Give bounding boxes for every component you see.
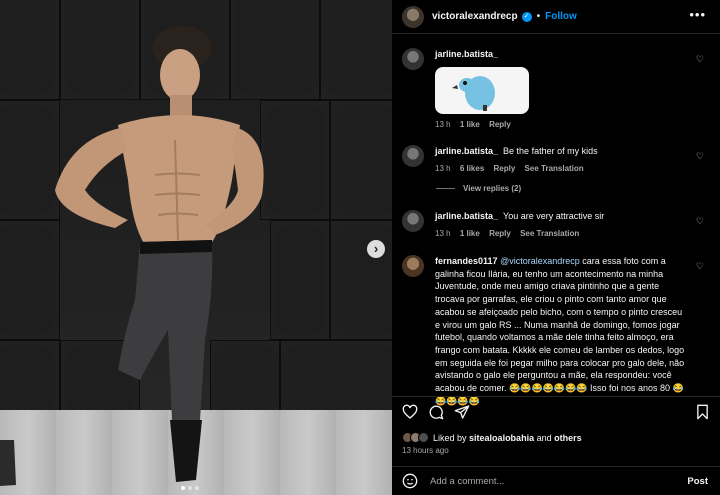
comment-time: 13 h <box>435 119 451 129</box>
emoji-icon[interactable] <box>402 473 418 489</box>
liker-avatar <box>418 432 429 443</box>
see-translation-button[interactable]: See Translation <box>520 229 579 238</box>
post-media[interactable]: › <box>0 0 392 495</box>
comment-icon[interactable] <box>428 404 444 420</box>
liked-by: Liked by sitealoalobahia and others <box>402 432 582 443</box>
author-avatar[interactable] <box>402 5 424 28</box>
others-link[interactable]: others <box>554 433 582 443</box>
more-options-icon[interactable]: ••• <box>689 8 706 21</box>
comments-panel: victoralexandrecp ✓ • Follow ••• jarline… <box>392 0 720 495</box>
commenter-avatar[interactable] <box>402 48 424 70</box>
comment-item: jarline.batista_ 13 h 1 like Reply ♡ <box>402 48 704 130</box>
comment-text: Be the father of my kids <box>503 146 598 156</box>
comment-likes[interactable]: 6 likes <box>460 164 484 173</box>
comment-likes[interactable]: 1 like <box>460 229 480 238</box>
comment-text: You are very attractive sir <box>503 211 605 221</box>
share-icon[interactable] <box>454 404 470 420</box>
comment-likes[interactable]: 1 like <box>460 120 480 129</box>
reply-button[interactable]: Reply <box>494 164 516 173</box>
author-username[interactable]: victoralexandrecp <box>432 11 518 22</box>
comment-text: cara essa foto com a galinha ficou Ilári… <box>435 256 685 406</box>
comment-username[interactable]: jarline.batista_ <box>435 211 498 221</box>
see-translation-button[interactable]: See Translation <box>525 164 584 173</box>
liker-username[interactable]: sitealoalobahia <box>469 433 534 443</box>
comment-username[interactable]: jarline.batista_ <box>435 146 498 156</box>
post-button[interactable]: Post <box>687 476 708 487</box>
comment-time: 13 h <box>435 163 451 173</box>
blue-parrot-sticker <box>435 66 529 114</box>
heart-icon[interactable] <box>402 404 418 420</box>
heart-icon[interactable]: ♡ <box>696 261 704 272</box>
comment-time: 13 h <box>435 228 451 238</box>
commenter-avatar[interactable] <box>402 255 424 277</box>
person-figure <box>0 26 264 486</box>
verified-icon: ✓ <box>521 11 532 22</box>
comment-username[interactable]: jarline.batista_ <box>435 48 687 61</box>
comment-item: jarline.batista_ You are very attractive… <box>402 210 704 244</box>
view-replies-button[interactable]: View replies (2) <box>436 184 521 193</box>
mention-link[interactable]: @victoralexandrecp <box>500 256 580 266</box>
heart-icon[interactable]: ♡ <box>696 54 704 65</box>
reply-button[interactable]: Reply <box>489 120 511 129</box>
separator: • <box>536 11 541 22</box>
heart-icon[interactable]: ♡ <box>696 216 704 227</box>
chevron-right-icon[interactable]: › <box>367 240 385 258</box>
comment-item: fernandes0117 @victoralexandrecp cara es… <box>402 255 704 406</box>
carousel-dot <box>188 486 192 490</box>
comment-input[interactable]: Add a comment... <box>430 476 504 487</box>
bookmark-icon[interactable] <box>695 404 710 420</box>
reply-button[interactable]: Reply <box>489 229 511 238</box>
comment-username[interactable]: fernandes0117 <box>435 256 498 266</box>
heart-icon[interactable]: ♡ <box>696 151 704 162</box>
post-timestamp: 13 hours ago <box>402 446 449 455</box>
comment-item: jarline.batista_ Be the father of my kid… <box>402 145 704 179</box>
commenter-avatar[interactable] <box>402 145 424 167</box>
carousel-dot <box>195 486 199 490</box>
post-header: victoralexandrecp ✓ • Follow ••• <box>392 0 720 34</box>
commenter-avatar[interactable] <box>402 210 424 232</box>
add-comment-bar: Add a comment... Post <box>392 466 720 495</box>
carousel-indicator <box>181 486 199 490</box>
follow-button[interactable]: Follow <box>545 11 577 22</box>
carousel-dot <box>181 486 185 490</box>
post-actions <box>392 396 720 426</box>
